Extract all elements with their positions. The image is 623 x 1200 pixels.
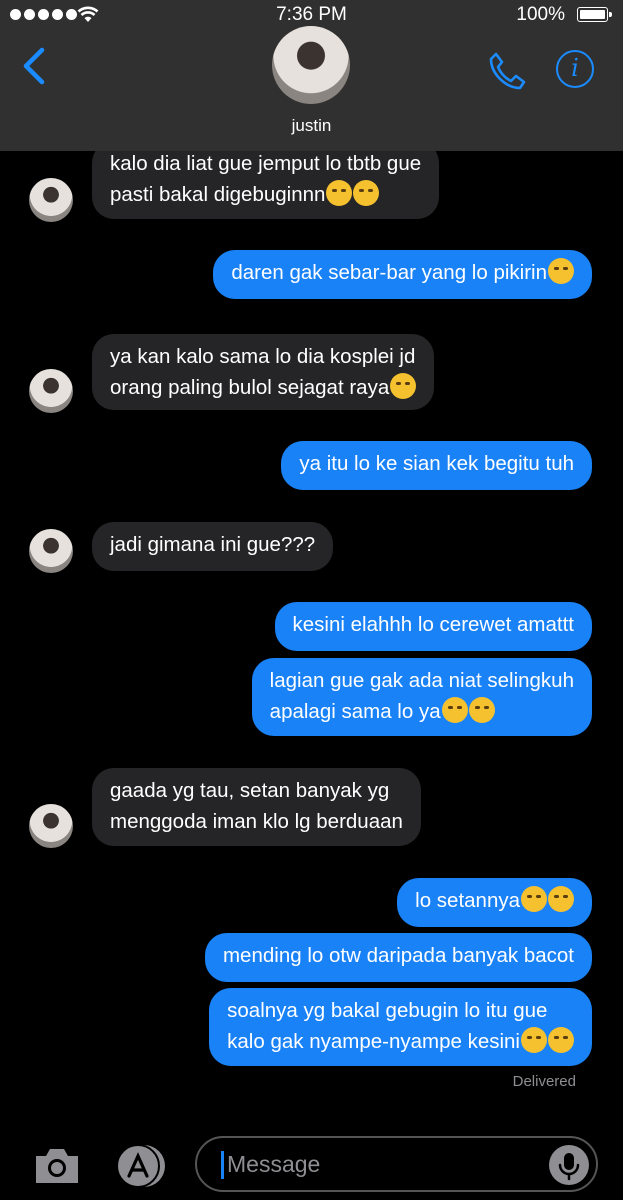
camera-icon[interactable] xyxy=(32,1146,82,1186)
incoming-message-bubble[interactable]: jadi gimana ini gue??? xyxy=(92,522,334,571)
navigation-header: 7:36 PM 100% justin i xyxy=(0,0,623,151)
message-text: pasti bakal digebuginnn xyxy=(110,183,326,206)
battery-percentage: 100% xyxy=(516,4,565,25)
message-input[interactable]: Message xyxy=(195,1136,598,1192)
emoji-icon xyxy=(441,697,468,723)
message-text: kalo gak nyampe-nyampe kesini xyxy=(227,1030,520,1053)
message-text: soalnya yg bakal gebugin lo itu gue xyxy=(227,999,548,1022)
message-text: ya kan kalo sama lo dia kosplei jd xyxy=(110,345,416,368)
message-text: lo setannya xyxy=(415,889,520,912)
contact-avatar[interactable] xyxy=(272,26,350,104)
app-store-icon[interactable] xyxy=(114,1144,170,1188)
text-cursor xyxy=(221,1151,224,1179)
outgoing-message-bubble[interactable]: mending lo otw daripada banyak bacot xyxy=(204,933,592,982)
outgoing-message-bubble[interactable]: lagian gue gak ada niat selingkuh apalagi… xyxy=(251,658,592,736)
message-text: ya itu lo ke sian kek begitu tuh xyxy=(299,452,574,475)
phone-icon[interactable] xyxy=(486,50,528,92)
emoji-icon xyxy=(353,180,380,206)
message-text: jadi gimana ini gue??? xyxy=(110,533,316,556)
sender-avatar[interactable] xyxy=(29,178,73,222)
microphone-icon[interactable] xyxy=(549,1145,589,1185)
delivered-status: Delivered xyxy=(512,1073,576,1090)
incoming-message-bubble[interactable]: gaada yg tau, setan banyak yg menggoda im… xyxy=(92,768,421,846)
message-text: gaada yg tau, setan banyak yg xyxy=(110,779,390,802)
emoji-icon xyxy=(548,886,574,912)
message-text: apalagi sama lo ya xyxy=(269,700,441,723)
message-text: mending lo otw daripada banyak bacot xyxy=(222,944,574,967)
message-text: kalo dia liat gue jemput lo tbtb gue xyxy=(110,152,422,175)
outgoing-message-bubble[interactable]: kesini elahhh lo cerewet amattt xyxy=(274,602,592,651)
message-text: orang paling bulol sejagat raya xyxy=(110,376,390,399)
incoming-message-bubble[interactable]: ya kan kalo sama lo dia kosplei jd orang … xyxy=(92,334,435,410)
outgoing-message-bubble[interactable]: daren gak sebar-bar yang lo pikirin xyxy=(213,250,592,299)
back-chevron-icon[interactable] xyxy=(20,46,48,86)
outgoing-message-bubble[interactable]: soalnya yg bakal gebugin lo itu gue kalo … xyxy=(209,988,592,1066)
contact-name[interactable]: justin xyxy=(0,116,623,136)
incoming-message-bubble[interactable]: kalo dia liat gue jemput lo tbtb gue past… xyxy=(92,151,440,219)
battery-icon xyxy=(577,7,612,22)
emoji-icon xyxy=(521,1027,547,1053)
emoji-icon xyxy=(548,258,574,284)
message-text: kesini elahhh lo cerewet amattt xyxy=(292,613,574,636)
outgoing-message-bubble[interactable]: ya itu lo ke sian kek begitu tuh xyxy=(281,441,592,490)
emoji-icon xyxy=(548,1027,574,1053)
outgoing-message-bubble[interactable]: lo setannya xyxy=(397,878,592,927)
message-thread[interactable]: Delivered kalo dia liat gue jemput lo tb… xyxy=(0,151,623,1123)
emoji-icon xyxy=(468,697,495,723)
message-placeholder: Message xyxy=(227,1151,321,1177)
emoji-icon xyxy=(326,180,353,206)
compose-bar: Message xyxy=(0,1123,623,1200)
info-icon[interactable]: i xyxy=(556,50,594,88)
message-text: lagian gue gak ada niat selingkuh xyxy=(269,669,574,692)
message-text: menggoda iman klo lg berduaan xyxy=(110,810,403,833)
message-text: daren gak sebar-bar yang lo pikirin xyxy=(231,261,547,284)
emoji-icon xyxy=(521,886,547,912)
sender-avatar[interactable] xyxy=(29,369,73,413)
sender-avatar[interactable] xyxy=(29,804,73,848)
sender-avatar[interactable] xyxy=(29,529,73,573)
emoji-icon xyxy=(390,373,417,399)
